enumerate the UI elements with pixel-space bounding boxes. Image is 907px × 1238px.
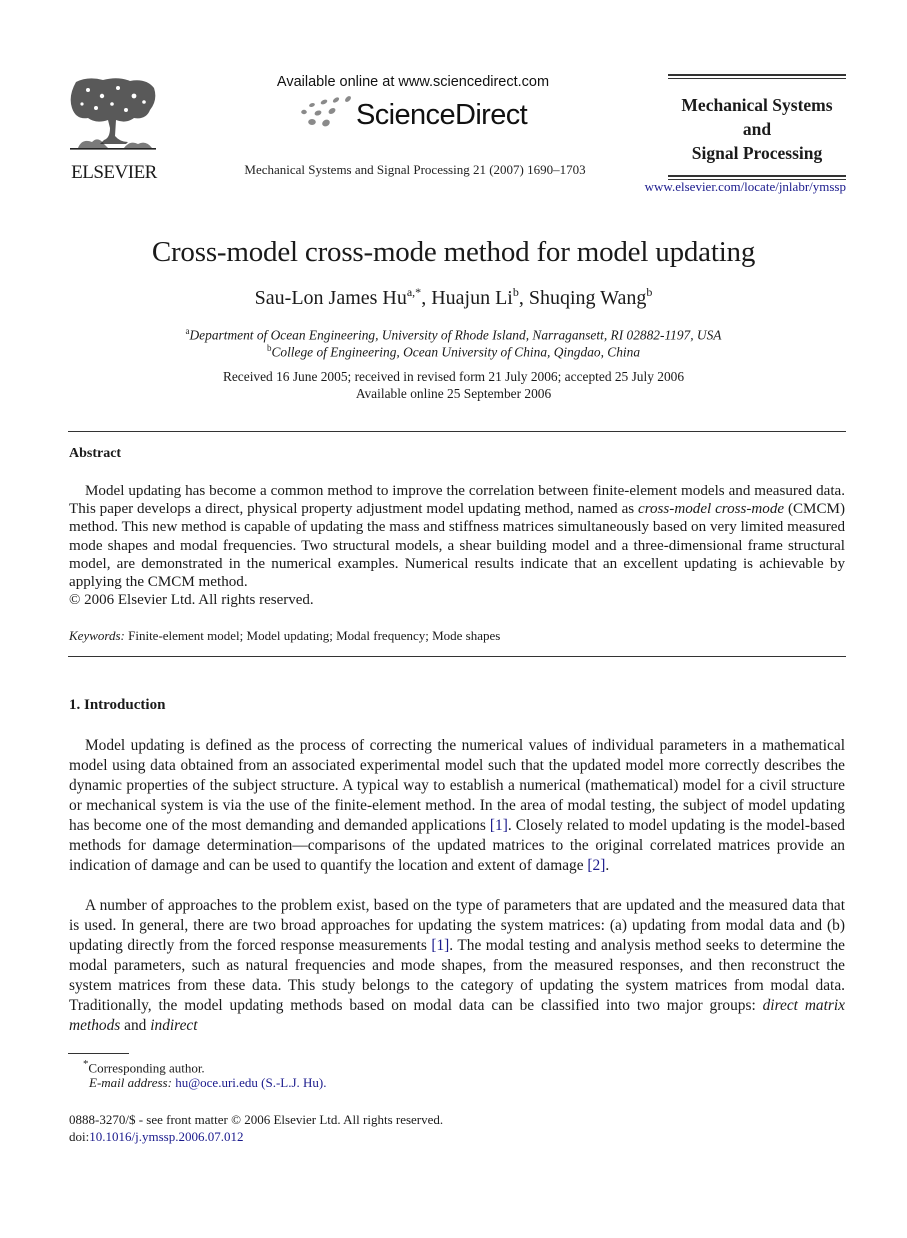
author-affiliation-mark: b: [646, 285, 653, 299]
article-history: Received 16 June 2005; received in revis…: [222, 369, 685, 384]
email-label: E-mail address:: [89, 1075, 172, 1090]
doi-link[interactable]: 10.1016/j.ymssp.2006.07.012: [89, 1129, 243, 1144]
reference-link[interactable]: [2]: [587, 857, 605, 874]
journal-url-link[interactable]: www.elsevier.com/locate/jnlabr/ymssp: [600, 179, 846, 195]
journal-name-line: Signal Processing: [691, 143, 823, 163]
available-online-date: Available online 25 September 2006: [355, 386, 552, 401]
divider: [68, 656, 846, 657]
reference-link[interactable]: [1]: [431, 937, 449, 954]
journal-name-line: and: [742, 119, 772, 139]
sciencedirect-dots-icon: [301, 96, 351, 127]
elsevier-tree-icon: [70, 78, 156, 150]
author-affiliation-mark: b: [512, 285, 519, 299]
footnote-email: E-mail address: hu@oce.uri.edu (S.-L.J. …: [89, 1075, 327, 1091]
doi-label: doi:: [69, 1129, 90, 1144]
affiliation-text: Department of Ocean Engineering, Univers…: [189, 327, 722, 343]
email-link[interactable]: hu@oce.uri.edu (S.-L.J. Hu).: [175, 1075, 326, 1090]
paragraph-text: and: [120, 1017, 151, 1034]
sciencedirect-wordmark: ScienceDirect: [356, 99, 528, 131]
journal-name: Mechanical Systems and Signal Processing: [668, 79, 846, 175]
footnote-corresponding: *Corresponding author.: [83, 1058, 205, 1076]
intro-paragraph-1: Model updating is defined as the process…: [69, 736, 845, 876]
footnote-rule: [68, 1053, 129, 1054]
reference-link[interactable]: [1]: [490, 817, 508, 834]
affiliation-b: bCollege of Engineering, Ocean Universit…: [0, 343, 907, 360]
paragraph-text: .: [605, 857, 610, 874]
abstract-copyright: © 2006 Elsevier Ltd. All rights reserved…: [69, 592, 314, 608]
author-list: Sau-Lon James Hua,*, Huajun Lib, Shuqing…: [254, 285, 653, 309]
abstract-italic-term: cross-model cross-mode: [638, 501, 785, 518]
footnote-text: Corresponding author.: [88, 1060, 205, 1076]
abstract-text: Model updating has become a common metho…: [69, 482, 845, 591]
journal-citation: Mechanical Systems and Signal Processing…: [244, 162, 586, 177]
divider: [68, 431, 846, 432]
affiliation-a: aDepartment of Ocean Engineering, Univer…: [0, 326, 907, 343]
author-name: Sau-Lon James Hu: [254, 287, 407, 309]
issn-line: 0888-3270/$ - see front matter © 2006 El…: [69, 1112, 444, 1127]
author-name: Huajun Li: [431, 287, 513, 309]
italic-term: indirect: [150, 1017, 198, 1034]
elsevier-logo: ELSEVIER: [68, 76, 160, 183]
keywords-list: Finite-element model; Model updating; Mo…: [128, 628, 501, 643]
paper-title: Cross-model cross-mode method for model …: [151, 236, 756, 268]
section-heading-introduction: 1. Introduction: [69, 697, 166, 713]
keywords: Keywords: Finite-element model; Model up…: [69, 628, 500, 644]
doi-line: doi:10.1016/j.ymssp.2006.07.012: [69, 1129, 243, 1145]
sciencedirect-logo: ScienceDirect: [298, 95, 538, 135]
abstract-heading: Abstract: [69, 446, 122, 461]
author-affiliation-mark[interactable]: a,*: [407, 285, 421, 299]
affiliation-text: College of Engineering, Ocean University…: [271, 344, 641, 360]
available-online-text: Available online at www.sciencedirect.co…: [276, 74, 550, 90]
keywords-label: Keywords:: [69, 628, 125, 643]
journal-title-box: Mechanical Systems and Signal Processing: [668, 74, 846, 180]
elsevier-wordmark: ELSEVIER: [71, 162, 157, 183]
journal-name-line: Mechanical Systems: [681, 95, 833, 115]
author-name: Shuqing Wang: [528, 287, 647, 309]
intro-paragraph-2: A number of approaches to the problem ex…: [69, 896, 845, 1036]
